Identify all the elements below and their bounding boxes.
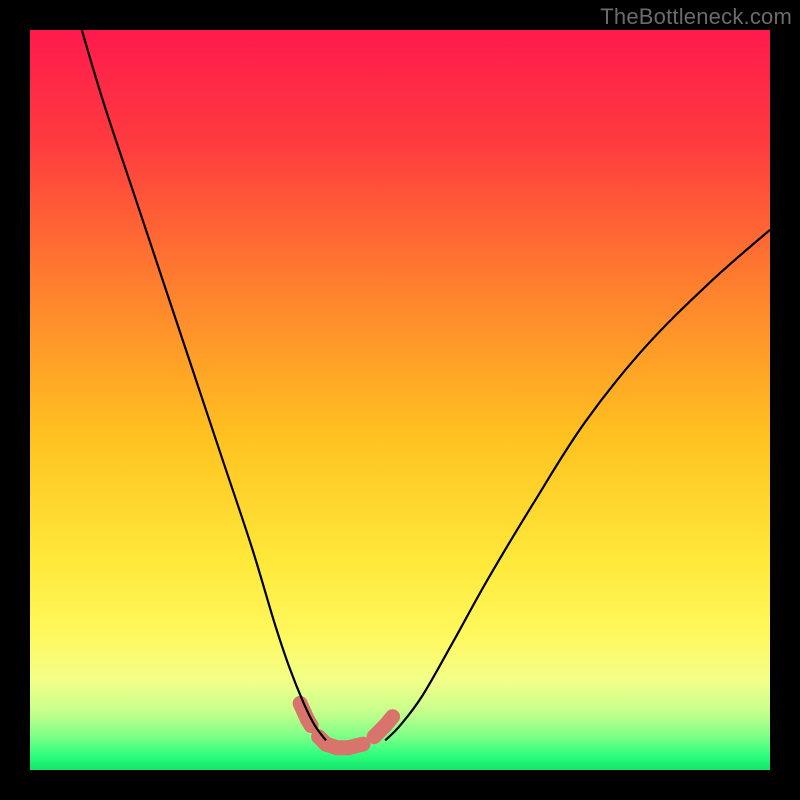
plot-area	[30, 30, 770, 770]
watermark-text: TheBottleneck.com	[600, 4, 792, 30]
right-curve	[385, 230, 770, 741]
curves-layer	[30, 30, 770, 770]
chart-frame: TheBottleneck.com	[0, 0, 800, 800]
left-curve	[82, 30, 326, 740]
